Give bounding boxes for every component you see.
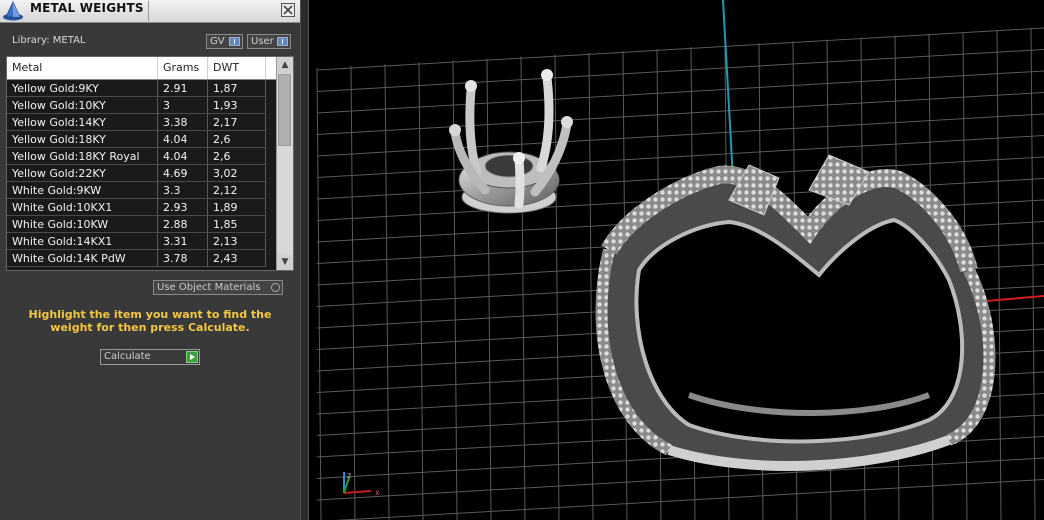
grams-cell: 4.04 — [158, 148, 208, 165]
grid-line — [316, 67, 322, 520]
table-row[interactable]: Yellow Gold:18KY 4.04 2,6 — [7, 131, 277, 148]
metal-name-cell: Yellow Gold:22KY — [7, 165, 158, 182]
metal-name-cell: Yellow Gold:9KY — [7, 80, 158, 97]
dwt-cell: 1,93 — [208, 97, 266, 114]
table-row[interactable]: White Gold:14K PdW 3.78 2,43 — [7, 250, 277, 267]
grams-cell: 3 — [158, 97, 208, 114]
panel-splitter[interactable] — [300, 0, 309, 520]
grid-line — [486, 58, 492, 520]
gv-toggle-label: GV — [210, 36, 225, 47]
instruction-text: Highlight the item you want to find the … — [28, 308, 272, 334]
dwt-cell: 3,02 — [208, 165, 266, 182]
grams-cell: 3.78 — [158, 250, 208, 267]
use-object-materials-label: Use Object Materials — [157, 282, 261, 293]
play-icon — [186, 351, 198, 363]
table-row[interactable]: Yellow Gold:10KY 3 1,93 — [7, 97, 277, 114]
grid-line — [316, 49, 1044, 92]
metal-name-cell: Yellow Gold:10KY — [7, 97, 158, 114]
svg-text:z: z — [347, 471, 351, 480]
metal-name-cell: Yellow Gold:14KY — [7, 114, 158, 131]
dwt-cell: 1,89 — [208, 199, 266, 216]
grid-line — [384, 64, 390, 520]
grams-cell: 3.3 — [158, 182, 208, 199]
gv-toggle[interactable]: GV — [206, 34, 243, 49]
metal-name-cell: White Gold:10KX1 — [7, 199, 158, 216]
dwt-cell: 2,6 — [208, 131, 266, 148]
metal-name-cell: White Gold:9KW — [7, 182, 158, 199]
use-object-materials-radio-icon — [271, 283, 280, 292]
grams-cell: 4.04 — [158, 131, 208, 148]
grid-line — [316, 70, 1044, 114]
table-row[interactable]: Yellow Gold:22KY 4.69 3,02 — [7, 165, 277, 182]
table-row[interactable]: Yellow Gold:14KY 3.38 2,17 — [7, 114, 277, 131]
calculate-button[interactable]: Calculate — [100, 349, 200, 365]
viewport-canvas: z x — [316, 0, 1044, 520]
table-row[interactable]: White Gold:9KW 3.3 2,12 — [7, 182, 277, 199]
dwt-cell: 2,43 — [208, 250, 266, 267]
grid-line — [316, 135, 1044, 178]
grid-line — [996, 29, 1002, 520]
table-row[interactable]: White Gold:14KX1 3.31 2,13 — [7, 233, 277, 250]
close-icon — [283, 5, 293, 15]
panel-title: METAL WEIGHTS — [30, 1, 144, 15]
ring-band-model[interactable] — [595, 154, 996, 471]
chevron-up-icon[interactable]: ▲ — [277, 57, 293, 73]
calculate-label: Calculate — [104, 351, 151, 362]
grid-line — [554, 54, 560, 520]
grams-cell: 2.93 — [158, 199, 208, 216]
table-row[interactable]: White Gold:10KX1 2.93 1,89 — [7, 199, 277, 216]
titlebar-divider — [148, 1, 149, 21]
app-pyramid-icon — [3, 1, 23, 21]
metal-name-cell: Yellow Gold:18KY — [7, 131, 158, 148]
grid-line — [588, 52, 594, 520]
grid-line — [316, 92, 1044, 135]
table-scrollbar[interactable]: ▲ ▼ — [276, 57, 293, 270]
dwt-cell: 2,13 — [208, 233, 266, 250]
grid-line — [316, 113, 1044, 157]
svg-text:x: x — [375, 488, 380, 497]
3d-viewport[interactable]: z x — [309, 0, 1044, 520]
metal-name-cell: Yellow Gold:18KY Royal — [7, 148, 158, 165]
grid-line — [1030, 28, 1036, 520]
metal-name-cell: White Gold:14KX1 — [7, 233, 158, 250]
grams-cell: 2.91 — [158, 80, 208, 97]
column-header-metal[interactable]: Metal — [7, 57, 158, 79]
grid-line — [334, 479, 1044, 520]
grams-cell: 4.69 — [158, 165, 208, 182]
close-button[interactable] — [281, 3, 295, 17]
panel-titlebar: METAL WEIGHTS — [0, 0, 300, 23]
table-row[interactable]: White Gold:10KW 2.88 1,85 — [7, 216, 277, 233]
setting-head-model[interactable] — [449, 69, 573, 214]
dwt-cell: 1,85 — [208, 216, 266, 233]
dwt-cell: 1,87 — [208, 80, 266, 97]
metal-name-cell: White Gold:10KW — [7, 216, 158, 233]
gv-toggle-icon — [229, 37, 240, 46]
grid-line — [316, 27, 1044, 71]
user-toggle-label: User — [251, 36, 274, 47]
chevron-down-icon[interactable]: ▼ — [277, 254, 293, 270]
metal-name-cell: White Gold:14K PdW — [7, 250, 158, 267]
dwt-cell: 2,12 — [208, 182, 266, 199]
grams-cell: 3.31 — [158, 233, 208, 250]
dwt-cell: 2,6 — [208, 148, 266, 165]
library-label: Library: METAL — [12, 35, 86, 46]
dwt-cell: 2,17 — [208, 114, 266, 131]
grid-line — [350, 66, 356, 520]
grams-cell: 3.38 — [158, 114, 208, 131]
column-header-grams[interactable]: Grams — [158, 57, 208, 79]
metal-table: Metal Grams DWT Yellow Gold:9KY 2.91 1,87 Y… — [6, 56, 294, 271]
user-toggle[interactable]: User — [247, 34, 291, 49]
scrollbar-thumb[interactable] — [278, 74, 291, 146]
column-header-dwt[interactable]: DWT — [208, 57, 266, 79]
grid-line — [316, 457, 1044, 501]
use-object-materials-toggle[interactable]: Use Object Materials — [153, 280, 283, 295]
table-row[interactable]: Yellow Gold:18KY Royal 4.04 2,6 — [7, 148, 277, 165]
grid-line — [520, 56, 526, 520]
grams-cell: 2.88 — [158, 216, 208, 233]
table-row[interactable]: Yellow Gold:9KY 2.91 1,87 — [7, 80, 277, 97]
table-header: Metal Grams DWT — [7, 57, 277, 80]
metal-weights-panel: METAL WEIGHTS Library: METAL GV User Met… — [0, 0, 300, 520]
user-toggle-icon — [277, 37, 288, 46]
